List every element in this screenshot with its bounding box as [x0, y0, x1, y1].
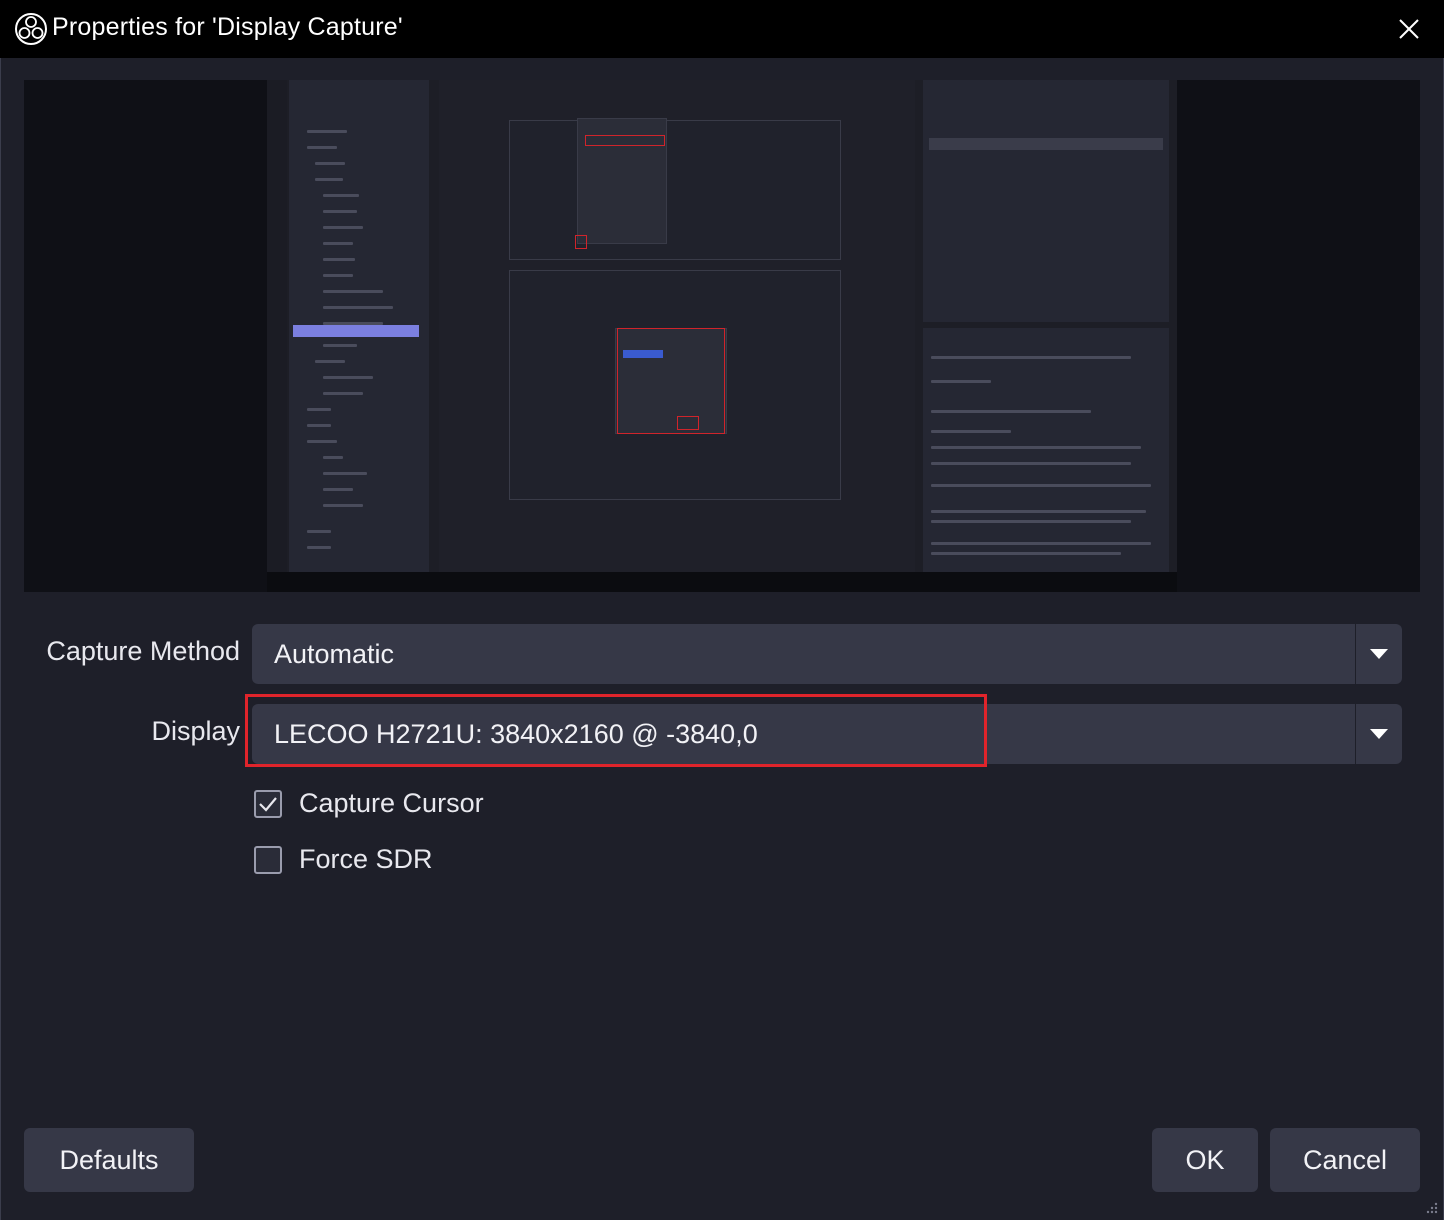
title-bar: Properties for 'Display Capture': [0, 0, 1444, 58]
chevron-down-icon: [1356, 704, 1402, 764]
ok-button[interactable]: OK: [1152, 1128, 1258, 1192]
cancel-button[interactable]: Cancel: [1270, 1128, 1420, 1192]
window-title: Properties for 'Display Capture': [52, 13, 403, 41]
capture-preview: [24, 80, 1420, 592]
close-button[interactable]: [1374, 0, 1444, 58]
capture-cursor-label: Capture Cursor: [299, 788, 484, 818]
checkbox-box[interactable]: [254, 845, 282, 874]
capture-method-dropdown[interactable]: Automatic: [252, 624, 1402, 684]
preview-screenshot: [267, 80, 1177, 592]
close-icon: [1399, 19, 1419, 39]
window-border-left: [0, 58, 1, 1220]
chevron-down-icon: [1356, 624, 1402, 684]
display-label: Display: [151, 716, 240, 746]
capture-method-value: Automatic: [274, 638, 395, 669]
checkmark-icon: [259, 796, 277, 812]
defaults-button[interactable]: Defaults: [24, 1128, 194, 1192]
force-sdr-checkbox[interactable]: Force SDR: [254, 844, 433, 875]
checkbox-box[interactable]: [254, 789, 282, 818]
display-value: LECOO H2721U: 3840x2160 @ -3840,0: [274, 718, 758, 749]
obs-logo-icon: [15, 13, 47, 45]
capture-method-label: Capture Method: [46, 636, 240, 666]
force-sdr-label: Force SDR: [299, 844, 433, 874]
display-dropdown[interactable]: LECOO H2721U: 3840x2160 @ -3840,0: [252, 704, 1402, 764]
capture-cursor-checkbox[interactable]: Capture Cursor: [254, 788, 484, 819]
resize-grip-icon[interactable]: [1424, 1200, 1438, 1214]
